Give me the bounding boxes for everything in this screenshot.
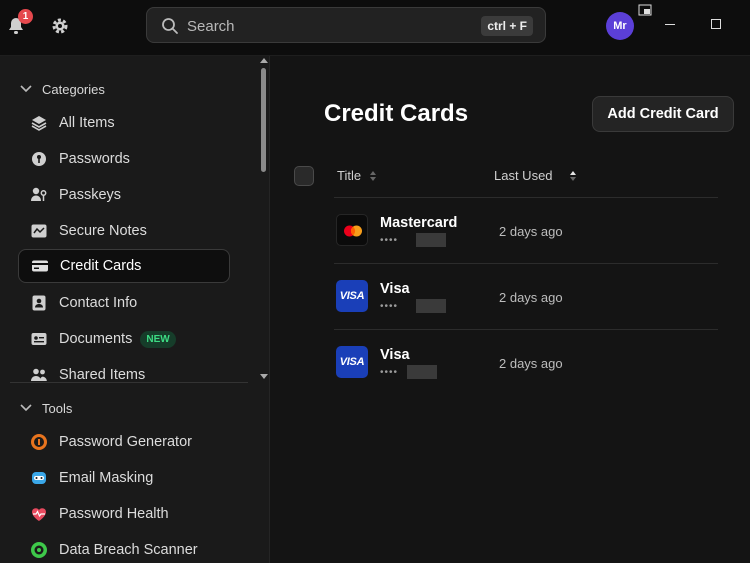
last-used: 2 days ago: [499, 356, 563, 371]
redacted-digits: [416, 233, 446, 247]
sidebar-scrollbar-thumb[interactable]: [261, 68, 266, 172]
sort-icon: [370, 170, 377, 181]
minimize-button[interactable]: [665, 24, 675, 25]
card-name: Visa: [380, 281, 410, 297]
email-mask-icon: [32, 472, 46, 484]
table-row[interactable]: VISA Visa •••• 2 days ago: [334, 263, 718, 329]
sidebar-item-shared-items[interactable]: Shared Items: [18, 358, 230, 392]
sidebar-item-all-items[interactable]: All Items: [18, 106, 230, 140]
gear-icon[interactable]: [50, 16, 70, 36]
sidebar-item-contact-info[interactable]: Contact Info: [18, 286, 230, 320]
scroll-up-arrow[interactable]: [260, 58, 268, 63]
search-shortcut: ctrl + F: [481, 16, 533, 36]
sidebar-item-label: Passwords: [59, 151, 130, 167]
sidebar-item-secure-notes[interactable]: Secure Notes: [18, 214, 230, 248]
avatar[interactable]: Mr: [606, 12, 634, 40]
select-all-checkbox[interactable]: [294, 166, 314, 186]
visa-logo-icon: VISA: [336, 346, 368, 378]
sidebar-item-documents[interactable]: Documents NEW: [18, 322, 230, 356]
add-credit-card-button[interactable]: Add Credit Card: [592, 96, 734, 132]
sidebar-item-label: Shared Items: [59, 367, 146, 383]
card-number-masked: ••••: [380, 367, 399, 378]
contact-icon: [32, 295, 46, 311]
window-overlay-icon[interactable]: [638, 4, 652, 16]
tools-label: Tools: [42, 400, 73, 416]
chevron-down-icon: [20, 404, 32, 412]
column-header-last-used[interactable]: Last Used: [494, 168, 577, 183]
sidebar-item-passwords[interactable]: Passwords: [18, 142, 230, 176]
key-icon: [32, 152, 46, 166]
table-row[interactable]: VISA Visa •••• 2 days ago: [334, 329, 718, 395]
categories-label: Categories: [42, 81, 105, 97]
card-name: Mastercard: [380, 215, 458, 231]
sidebar-divider: [10, 382, 248, 383]
column-header-label: Title: [337, 168, 362, 183]
breach-scanner-icon: [31, 542, 47, 558]
card-number-masked: ••••: [380, 235, 399, 246]
sidebar-item-label: Data Breach Scanner: [59, 542, 198, 558]
sidebar-item-label: Password Health: [59, 506, 169, 522]
chevron-down-icon: [20, 85, 32, 93]
column-header-title[interactable]: Title: [337, 168, 377, 183]
column-header-label: Last Used: [494, 168, 553, 183]
page-title: Credit Cards: [324, 100, 469, 127]
search-placeholder: Search: [187, 18, 235, 35]
sidebar-item-password-health[interactable]: Password Health: [18, 497, 230, 531]
sidebar-item-label: All Items: [59, 115, 115, 131]
sidebar-item-label: Password Generator: [59, 434, 192, 450]
last-used: 2 days ago: [499, 224, 563, 239]
redacted-digits: [416, 299, 446, 313]
passkey-icon: [31, 187, 47, 201]
note-icon: [31, 224, 47, 238]
sidebar-item-label: Documents: [59, 331, 133, 347]
card-number-masked: ••••: [380, 301, 399, 312]
top-bar: 1 Search ctrl + F Mr: [0, 0, 750, 56]
maximize-button[interactable]: [711, 19, 721, 29]
mastercard-logo-icon: [336, 214, 368, 246]
last-used: 2 days ago: [499, 290, 563, 305]
notification-badge: 1: [18, 9, 33, 24]
card-name: Visa: [380, 347, 410, 363]
tools-header[interactable]: Tools: [20, 398, 72, 418]
redacted-digits: [407, 365, 437, 379]
sidebar-item-label: Secure Notes: [59, 223, 147, 239]
sidebar-item-credit-cards[interactable]: Credit Cards: [18, 249, 230, 283]
main-content: Credit Cards Add Credit Card Title Last …: [271, 56, 750, 563]
sidebar-item-data-breach-scanner[interactable]: Data Breach Scanner: [18, 533, 230, 563]
categories-header[interactable]: Categories: [20, 79, 105, 99]
layers-icon: [31, 116, 47, 131]
sidebar-item-label: Email Masking: [59, 470, 154, 486]
search-bar[interactable]: Search ctrl + F: [146, 7, 546, 43]
document-icon: [31, 333, 47, 345]
sidebar-item-label: Passkeys: [59, 187, 122, 203]
sidebar-item-passkeys[interactable]: Passkeys: [18, 178, 230, 212]
password-generator-icon: [31, 434, 47, 450]
credit-card-icon: [32, 260, 48, 272]
sidebar-item-label: Contact Info: [59, 295, 138, 311]
sort-ascending-icon: [569, 170, 576, 181]
sidebar: Categories All Items Passwords Passkeys: [0, 56, 270, 563]
sidebar-item-email-masking[interactable]: Email Masking: [18, 461, 230, 495]
search-icon: [162, 18, 178, 34]
heart-pulse-icon: [32, 508, 46, 521]
sidebar-item-password-generator[interactable]: Password Generator: [18, 425, 230, 459]
new-badge: NEW: [140, 330, 176, 348]
visa-logo-icon: VISA: [336, 280, 368, 312]
table-row[interactable]: Mastercard •••• 2 days ago: [334, 197, 718, 263]
scroll-down-arrow[interactable]: [260, 374, 268, 379]
sidebar-item-label: Credit Cards: [60, 258, 142, 274]
